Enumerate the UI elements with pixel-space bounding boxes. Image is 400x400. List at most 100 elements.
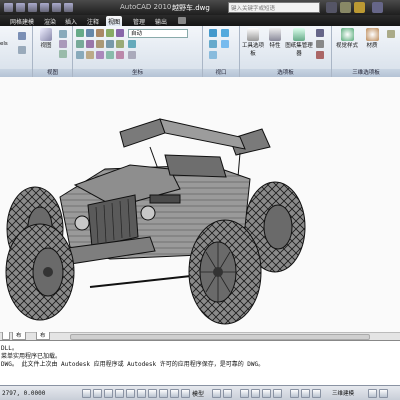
- tab-insert[interactable]: 插入: [63, 16, 79, 26]
- ucs-icon-13[interactable]: [86, 51, 94, 59]
- panel-palettes: 工具选项板 特性 图纸集管理器 选项板: [240, 26, 332, 77]
- visual-styles-button[interactable]: 视觉样式: [336, 28, 358, 49]
- otrack-toggle-icon[interactable]: [148, 389, 157, 398]
- showmotion-icon[interactable]: [273, 389, 282, 398]
- horizontal-scrollbar[interactable]: [0, 332, 400, 340]
- navigate-icon[interactable]: [18, 32, 26, 40]
- print-icon[interactable]: [64, 3, 73, 12]
- visual-styles-panel-label: 三维选项板: [332, 69, 400, 77]
- palette-small-icon-2[interactable]: [316, 40, 324, 48]
- tab-annotate[interactable]: 注释: [85, 16, 101, 26]
- wheel-front-right: [188, 219, 262, 325]
- ucs-icon-4[interactable]: [106, 29, 114, 37]
- ortho-toggle-icon[interactable]: [104, 389, 113, 398]
- viewport-icon-2[interactable]: [209, 40, 217, 48]
- workspace-switch[interactable]: 三维建模: [332, 389, 354, 397]
- clean-screen-icon[interactable]: [379, 389, 388, 398]
- ucs-icon-16[interactable]: [116, 51, 124, 59]
- ucs-icon-5[interactable]: [116, 29, 124, 37]
- new-file-icon[interactable]: [4, 3, 13, 12]
- annotation-scale-icon[interactable]: [290, 389, 299, 398]
- view-small-icon-2[interactable]: [59, 40, 67, 48]
- annotation-visibility-icon[interactable]: [301, 389, 310, 398]
- save-icon[interactable]: [28, 3, 37, 12]
- redo-icon[interactable]: [52, 3, 61, 12]
- ucs-icon-17[interactable]: [128, 51, 136, 59]
- ucs-icon-8[interactable]: [96, 40, 104, 48]
- open-file-icon[interactable]: [16, 3, 25, 12]
- drawing-viewport[interactable]: [0, 77, 400, 332]
- viewport-icon-1[interactable]: [209, 29, 217, 37]
- star-icon[interactable]: [340, 2, 351, 13]
- steeringwheel-icon[interactable]: [262, 389, 271, 398]
- status-bar: 2797, 0.0000 模型 三维建模: [0, 385, 400, 400]
- ucs-icon-14[interactable]: [96, 51, 104, 59]
- view-button[interactable]: 视图: [38, 28, 54, 49]
- polar-toggle-icon[interactable]: [115, 389, 124, 398]
- panel-coordinates: 自动 坐标: [73, 26, 203, 77]
- auto-scale-icon[interactable]: [312, 389, 321, 398]
- zoom-icon[interactable]: [251, 389, 260, 398]
- viewport-icon-3[interactable]: [209, 51, 217, 59]
- ucs-icon-15[interactable]: [106, 51, 114, 59]
- lock-icon[interactable]: [368, 389, 377, 398]
- tab-output[interactable]: 输出: [153, 16, 169, 26]
- tab-mesh-modeling[interactable]: 网格建模: [8, 16, 36, 26]
- left-panel-label: els: [0, 41, 8, 47]
- infocenter-icon[interactable]: [354, 2, 365, 13]
- help-icon[interactable]: [372, 2, 383, 13]
- tab-layout-2[interactable]: 布局2: [36, 332, 50, 355]
- snap-toggle-icon[interactable]: [82, 389, 91, 398]
- lweight-toggle-icon[interactable]: [181, 389, 190, 398]
- osnap-toggle-icon[interactable]: [126, 389, 135, 398]
- properties-icon: [269, 28, 281, 41]
- binoculars-icon[interactable]: [326, 2, 337, 13]
- tab-view[interactable]: 视图: [106, 16, 123, 26]
- orbit-icon[interactable]: [18, 46, 26, 54]
- 3d-osnap-toggle-icon[interactable]: [137, 389, 146, 398]
- ucs-icon-1[interactable]: [76, 29, 84, 37]
- properties-button[interactable]: 特性: [267, 28, 283, 49]
- ucs-icon-10[interactable]: [116, 40, 124, 48]
- ucs-icon-6[interactable]: [76, 40, 84, 48]
- tab-manage[interactable]: 管理: [131, 16, 147, 26]
- sheet-set-icon: [293, 28, 305, 41]
- viewport-icon-4[interactable]: [221, 29, 229, 37]
- window-panel-label: 视口: [203, 69, 239, 77]
- ucs-icon-3[interactable]: [96, 29, 104, 37]
- search-input[interactable]: 键入关键字或短语: [228, 2, 320, 13]
- model-space-button[interactable]: 模型: [192, 389, 204, 398]
- panel-window: 视口: [203, 26, 240, 77]
- view-small-icon-3[interactable]: [59, 50, 67, 58]
- title-bar: AutoCAD 2010 越野车.dwg 键入关键字或短语: [0, 0, 400, 15]
- materials-button[interactable]: 材质: [362, 28, 382, 49]
- dyn-toggle-icon[interactable]: [170, 389, 179, 398]
- materials-icon: [365, 28, 379, 41]
- ucs-icon-11[interactable]: [128, 40, 136, 48]
- pan-icon[interactable]: [240, 389, 249, 398]
- palette-small-icon-1[interactable]: [316, 29, 324, 37]
- ucs-combo[interactable]: 自动: [128, 29, 188, 38]
- ucs-icon-7[interactable]: [86, 40, 94, 48]
- tab-layout-1[interactable]: 布局1: [12, 332, 26, 355]
- sheet-set-button[interactable]: 图纸集管理器: [285, 28, 313, 57]
- tab-render[interactable]: 渲染: [42, 16, 58, 26]
- grid-toggle-icon[interactable]: [93, 389, 102, 398]
- command-history-line: DWG。 此文件上次由 Autodesk 应用程序或 Autodesk 许可的应…: [1, 361, 265, 368]
- ducs-toggle-icon[interactable]: [159, 389, 168, 398]
- coords-panel-label: 坐标: [73, 69, 202, 77]
- 3d-palette-small-icon[interactable]: [387, 30, 395, 38]
- quick-view-icon[interactable]: [223, 389, 232, 398]
- ucs-icon-2[interactable]: [86, 29, 94, 37]
- layout-view-icon[interactable]: [212, 389, 221, 398]
- ucs-icon-12[interactable]: [76, 51, 84, 59]
- ucs-icon-9[interactable]: [106, 40, 114, 48]
- palette-small-icon-3[interactable]: [316, 51, 324, 59]
- viewport-icon-5[interactable]: [221, 40, 229, 48]
- model-tab-arrow-icon[interactable]: [2, 332, 10, 340]
- command-line[interactable]: DLL。 菜单实用程序已加载。 DWG。 此文件上次由 Autodesk 应用程…: [0, 340, 400, 385]
- view-small-icon-1[interactable]: [59, 30, 67, 38]
- undo-icon[interactable]: [40, 3, 49, 12]
- tool-palettes-button[interactable]: 工具选项板: [241, 28, 265, 57]
- ribbon-minimize-icon[interactable]: [178, 17, 186, 24]
